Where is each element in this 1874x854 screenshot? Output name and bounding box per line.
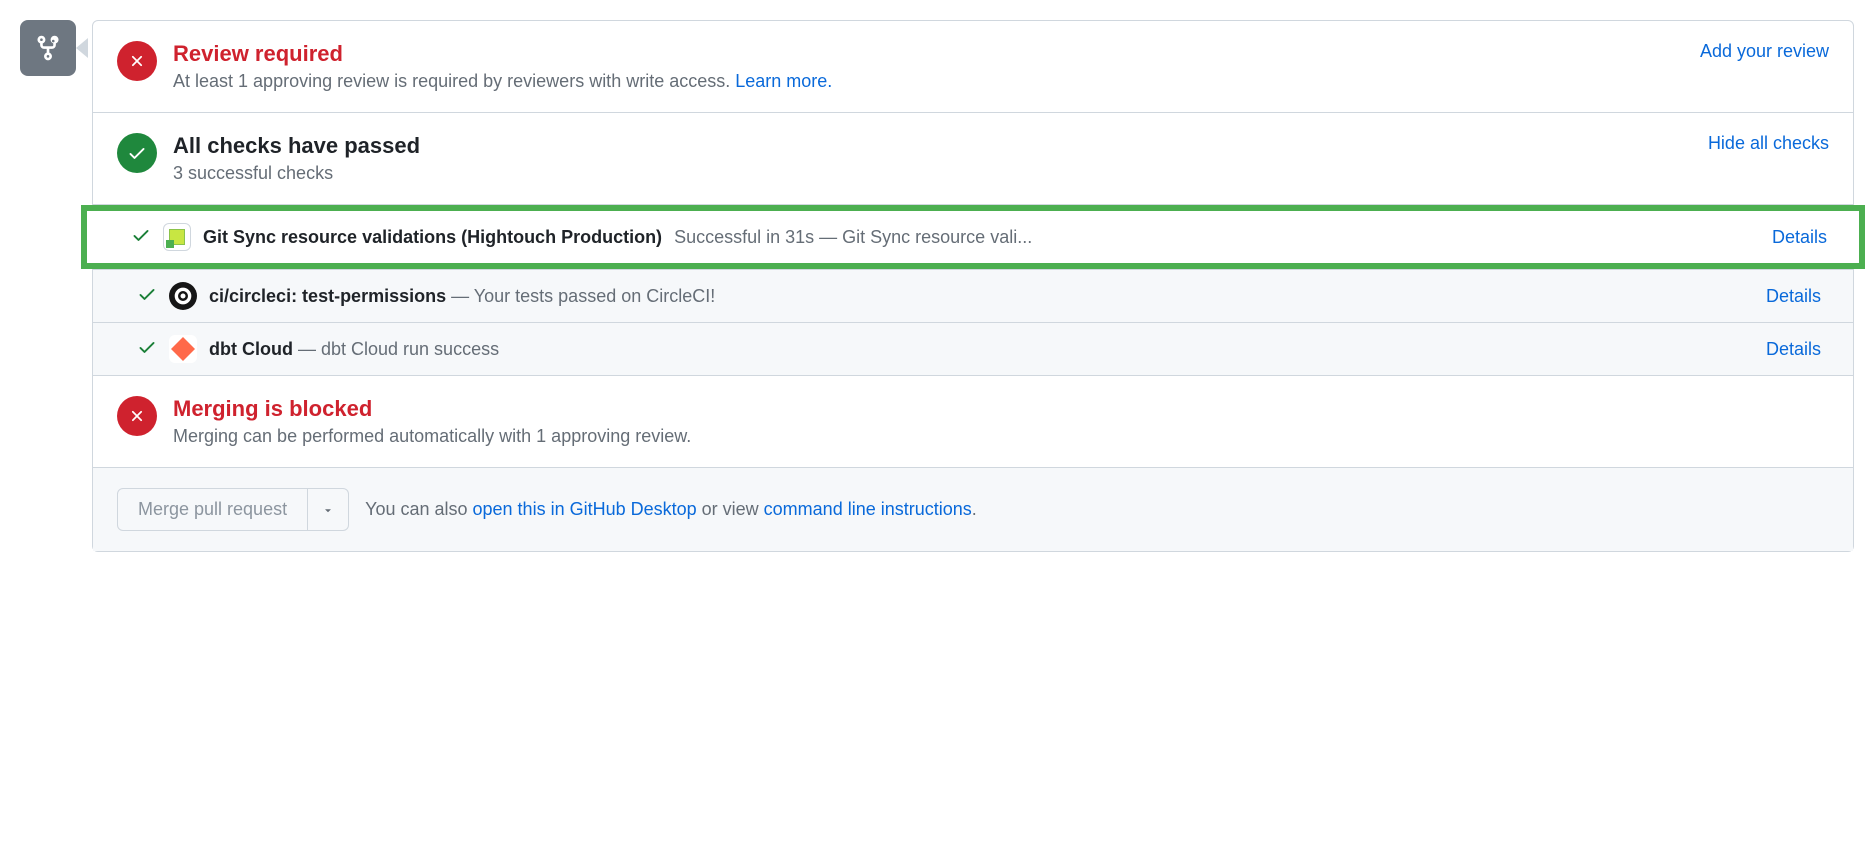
checks-title: All checks have passed	[173, 133, 420, 159]
check-meta: — Your tests passed on CircleCI!	[446, 286, 715, 306]
cli-instructions-link[interactable]: command line instructions	[764, 499, 972, 519]
check-success-icon	[137, 337, 157, 362]
merge-blocked-section: Merging is blocked Merging can be perfor…	[93, 376, 1853, 468]
check-success-icon	[131, 225, 151, 250]
review-title: Review required	[173, 41, 832, 67]
check-row: ci/circleci: test-permissions — Your tes…	[93, 269, 1853, 322]
check-meta: Successful in 31s — Git Sync resource va…	[674, 227, 1760, 248]
check-name: dbt Cloud	[209, 339, 293, 359]
check-details-link[interactable]: Details	[1766, 339, 1821, 360]
hightouch-avatar-icon	[163, 223, 191, 251]
merge-panel: Review required At least 1 approving rev…	[92, 20, 1854, 552]
merge-pr-button[interactable]: Merge pull request	[117, 488, 308, 531]
check-details-link[interactable]: Details	[1766, 286, 1821, 307]
dbt-avatar-icon	[169, 335, 197, 363]
checks-passed-section: All checks have passed 3 successful chec…	[93, 113, 1853, 205]
circleci-avatar-icon	[169, 282, 197, 310]
check-row: dbt Cloud — dbt Cloud run success Detail…	[93, 322, 1853, 375]
review-subtitle: At least 1 approving review is required …	[173, 71, 832, 92]
check-row: Git Sync resource validations (Hightouch…	[81, 205, 1865, 269]
check-name: Git Sync resource validations (Hightouch…	[203, 227, 662, 248]
merge-dropdown-button[interactable]	[308, 488, 349, 531]
check-details-link[interactable]: Details	[1772, 227, 1827, 248]
timeline-merge-icon	[20, 20, 76, 76]
x-circle-icon	[117, 41, 157, 81]
check-name: ci/circleci: test-permissions	[209, 286, 446, 306]
check-circle-icon	[117, 133, 157, 173]
merge-blocked-subtitle: Merging can be performed automatically w…	[173, 426, 1829, 447]
check-success-icon	[137, 284, 157, 309]
review-required-section: Review required At least 1 approving rev…	[93, 21, 1853, 113]
checks-list: Git Sync resource validations (Hightouch…	[93, 205, 1853, 376]
github-desktop-link[interactable]: open this in GitHub Desktop	[473, 499, 697, 519]
check-meta: — dbt Cloud run success	[293, 339, 499, 359]
merge-blocked-title: Merging is blocked	[173, 396, 1829, 422]
add-review-link[interactable]: Add your review	[1700, 41, 1829, 62]
learn-more-link[interactable]: Learn more.	[735, 71, 832, 91]
hide-checks-link[interactable]: Hide all checks	[1708, 133, 1829, 154]
merge-help-text: You can also open this in GitHub Desktop…	[365, 499, 977, 520]
checks-subtitle: 3 successful checks	[173, 163, 420, 184]
caret-down-icon	[322, 504, 334, 516]
merge-actions-section: Merge pull request You can also open thi…	[93, 468, 1853, 551]
x-circle-icon	[117, 396, 157, 436]
